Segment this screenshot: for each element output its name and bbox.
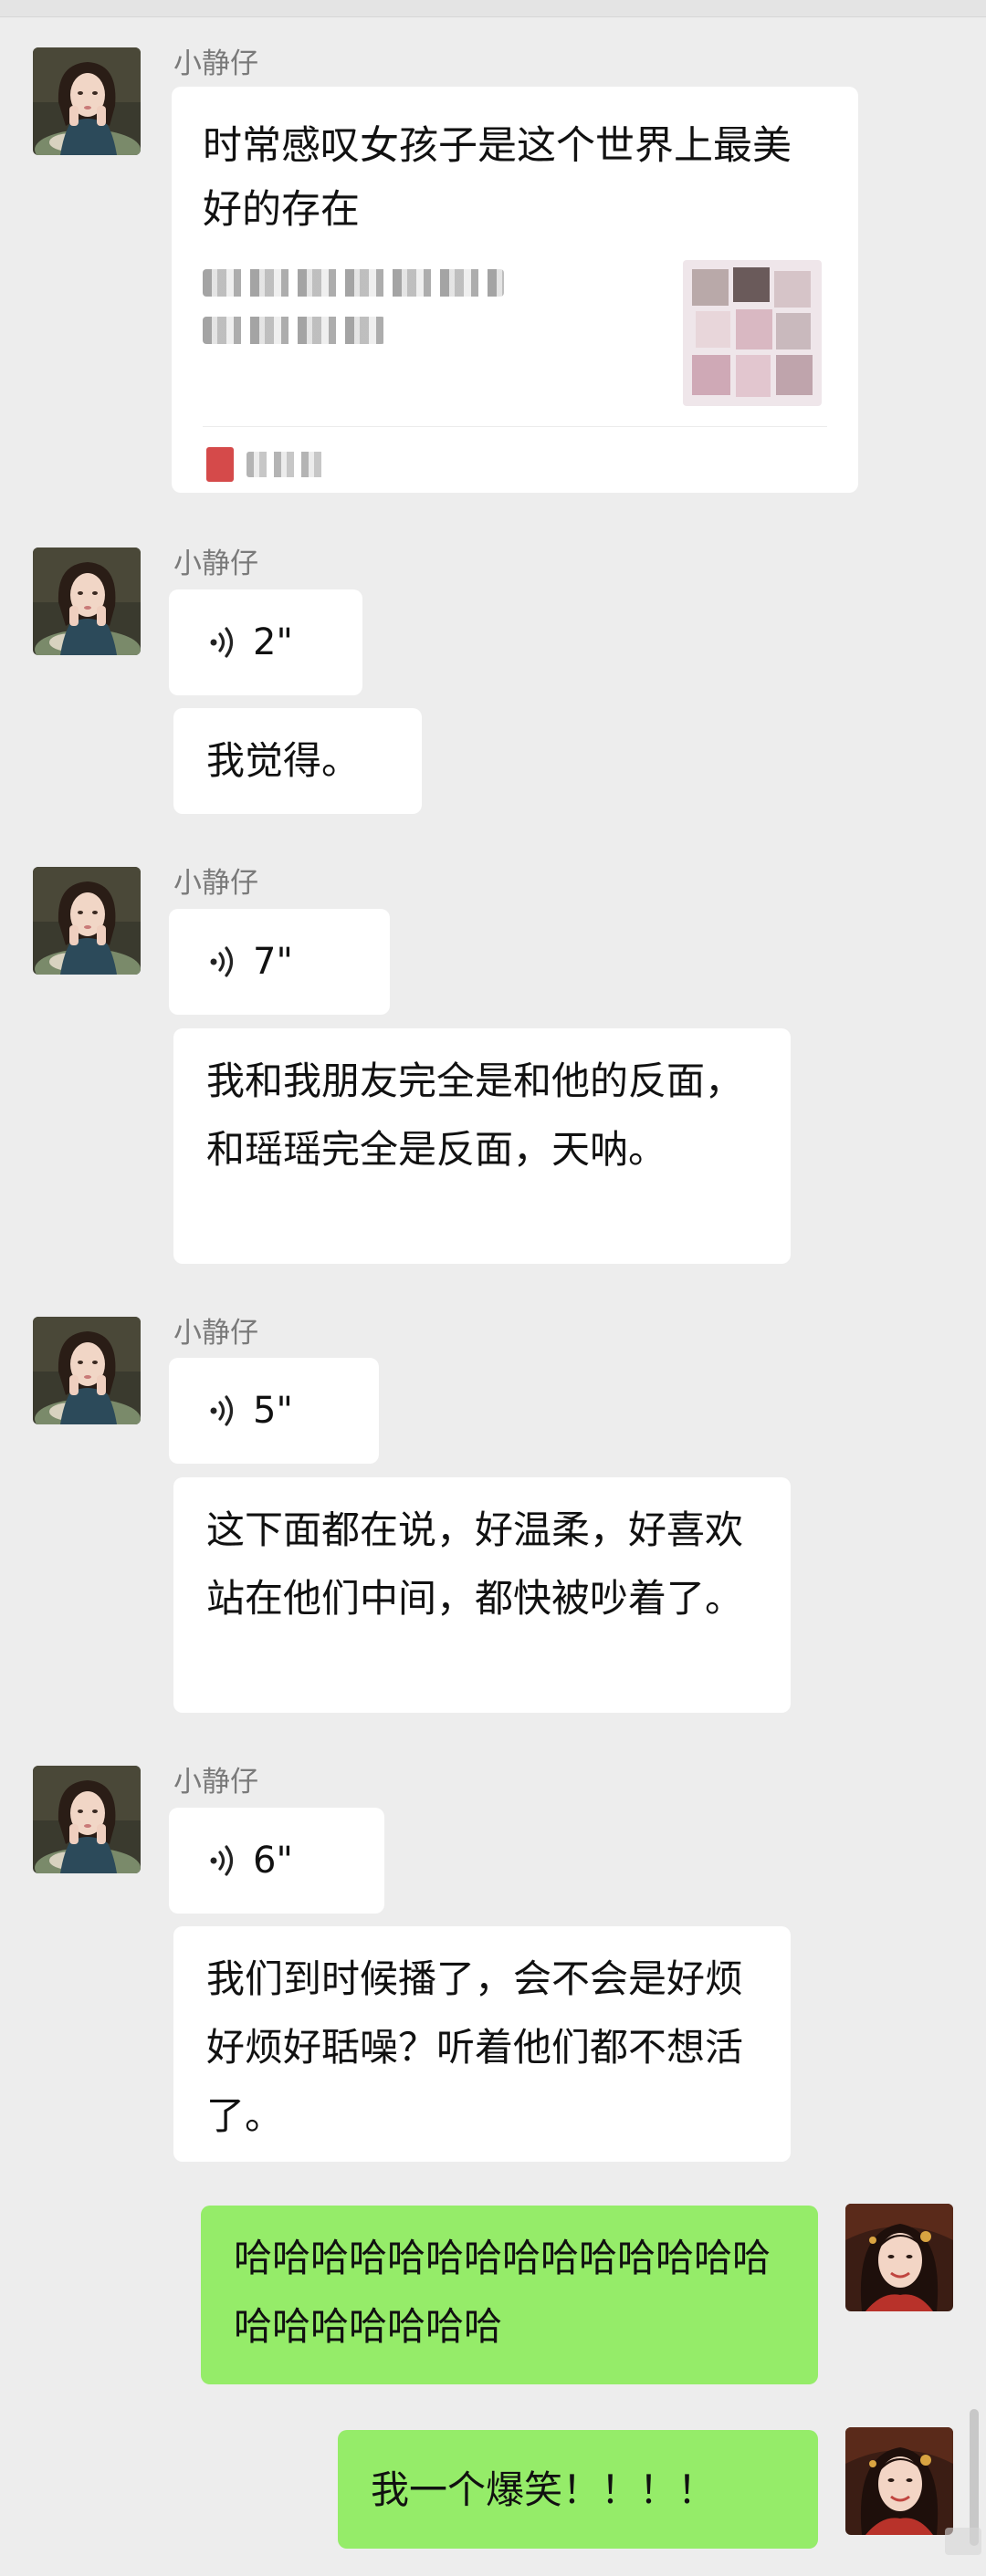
voice-wave-icon (205, 1392, 242, 1429)
voice-message[interactable]: 2" (169, 589, 362, 695)
voice-duration: 5" (253, 1390, 293, 1432)
text-message[interactable]: 我们到时候播了，会不会是好烦好烦好聒噪？听着他们都不想活了。 (173, 1926, 791, 2162)
link-card-divider (203, 426, 827, 427)
contact-avatar[interactable] (33, 867, 141, 975)
contact-avatar[interactable] (33, 1317, 141, 1424)
watermark (945, 2528, 981, 2555)
voice-duration: 2" (253, 621, 293, 663)
voice-message[interactable]: 7" (169, 909, 390, 1015)
text-message[interactable]: 这下面都在说，好温柔，好喜欢站在他们中间，都快被吵着了。 (173, 1477, 791, 1713)
link-card-description-blurred (203, 269, 504, 297)
sender-name: 小静仔 (173, 867, 258, 900)
voice-message[interactable]: 5" (169, 1358, 379, 1464)
sender-name: 小静仔 (173, 47, 258, 80)
my-text-message[interactable]: 我一个爆笑！！！！ (338, 2430, 818, 2549)
source-name-blurred (246, 452, 329, 477)
voice-duration: 7" (253, 941, 293, 983)
voice-wave-icon (205, 944, 242, 980)
my-text-message[interactable]: 哈哈哈哈哈哈哈哈哈哈哈哈哈哈哈哈哈哈哈哈哈 (201, 2206, 818, 2384)
contact-avatar[interactable] (33, 548, 141, 655)
text-message[interactable]: 我觉得。 (173, 708, 422, 814)
voice-message[interactable]: 6" (169, 1808, 384, 1914)
link-card-message[interactable]: 时常感叹女孩子是这个世界上最美好的存在 (172, 87, 858, 493)
my-avatar[interactable] (845, 2204, 953, 2311)
sender-name: 小静仔 (173, 1317, 258, 1350)
voice-duration: 6" (253, 1840, 293, 1882)
my-avatar[interactable] (845, 2427, 953, 2535)
contact-avatar[interactable] (33, 47, 141, 155)
scrollbar[interactable] (970, 2409, 979, 2546)
sender-name: 小静仔 (173, 548, 258, 580)
voice-wave-icon (205, 624, 242, 661)
link-card-thumbnail (683, 260, 822, 406)
top-edge (0, 0, 986, 17)
text-message[interactable]: 我和我朋友完全是和他的反面，和瑶瑶完全是反面，天呐。 (173, 1028, 791, 1264)
link-card-description-blurred-2 (203, 317, 385, 344)
link-card-title: 时常感叹女孩子是这个世界上最美好的存在 (203, 123, 792, 233)
sender-name: 小静仔 (173, 1766, 258, 1799)
source-app-icon (206, 447, 234, 482)
voice-wave-icon (205, 1842, 242, 1879)
contact-avatar[interactable] (33, 1766, 141, 1873)
